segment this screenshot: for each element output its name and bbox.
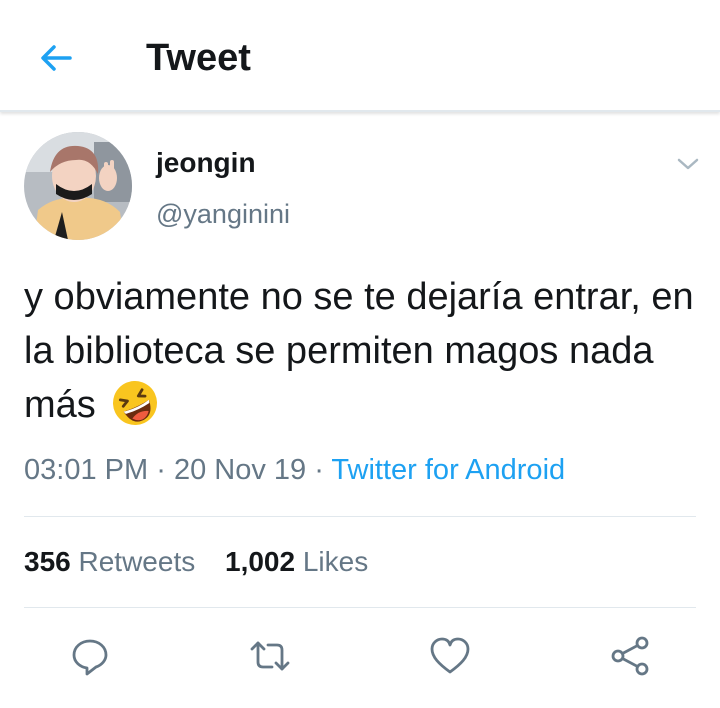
arrow-left-icon	[41, 45, 72, 71]
retweet-icon	[250, 641, 290, 671]
likes-count: 1,002	[225, 546, 296, 577]
reply-icon	[72, 639, 108, 676]
tweet-stats: 356 Retweets 1,002 Likes	[24, 544, 368, 580]
likes-stat[interactable]: 1,002 Likes	[225, 544, 368, 580]
divider	[24, 607, 696, 608]
divider	[24, 516, 696, 517]
back-button[interactable]	[34, 36, 78, 80]
avatar[interactable]	[24, 132, 132, 240]
share-icon	[611, 636, 649, 676]
chevron-down-icon	[677, 158, 699, 170]
tweet-time: 03:01 PM	[24, 454, 149, 486]
retweets-stat[interactable]: 356 Retweets	[24, 544, 195, 580]
author-handle[interactable]: @yanginini	[156, 198, 290, 230]
tweet-source-link[interactable]: Twitter for Android	[331, 454, 565, 486]
heart-icon	[430, 637, 470, 674]
author-name[interactable]: jeongin	[156, 146, 256, 180]
likes-label: Likes	[302, 546, 369, 577]
meta-separator: ·	[156, 454, 166, 486]
rolling-on-floor-laughing-emoji	[110, 378, 160, 428]
tweet-metadata: 03:01 PM · 20 Nov 19 · Twitter for Andro…	[24, 452, 565, 488]
tweet-date: 20 Nov 19	[173, 454, 307, 486]
top-app-bar: Tweet	[0, 0, 720, 112]
retweets-label: Retweets	[78, 546, 196, 577]
retweets-count: 356	[24, 546, 71, 577]
meta-separator: ·	[314, 454, 324, 486]
retweet-button[interactable]	[246, 632, 294, 680]
more-options-button[interactable]	[672, 148, 704, 180]
page-title: Tweet	[146, 37, 251, 79]
share-button[interactable]	[606, 632, 654, 680]
reply-button[interactable]	[66, 632, 114, 680]
tweet-text: y obviamente no se te dejaría entrar, en…	[24, 270, 714, 432]
like-button[interactable]	[426, 632, 474, 680]
